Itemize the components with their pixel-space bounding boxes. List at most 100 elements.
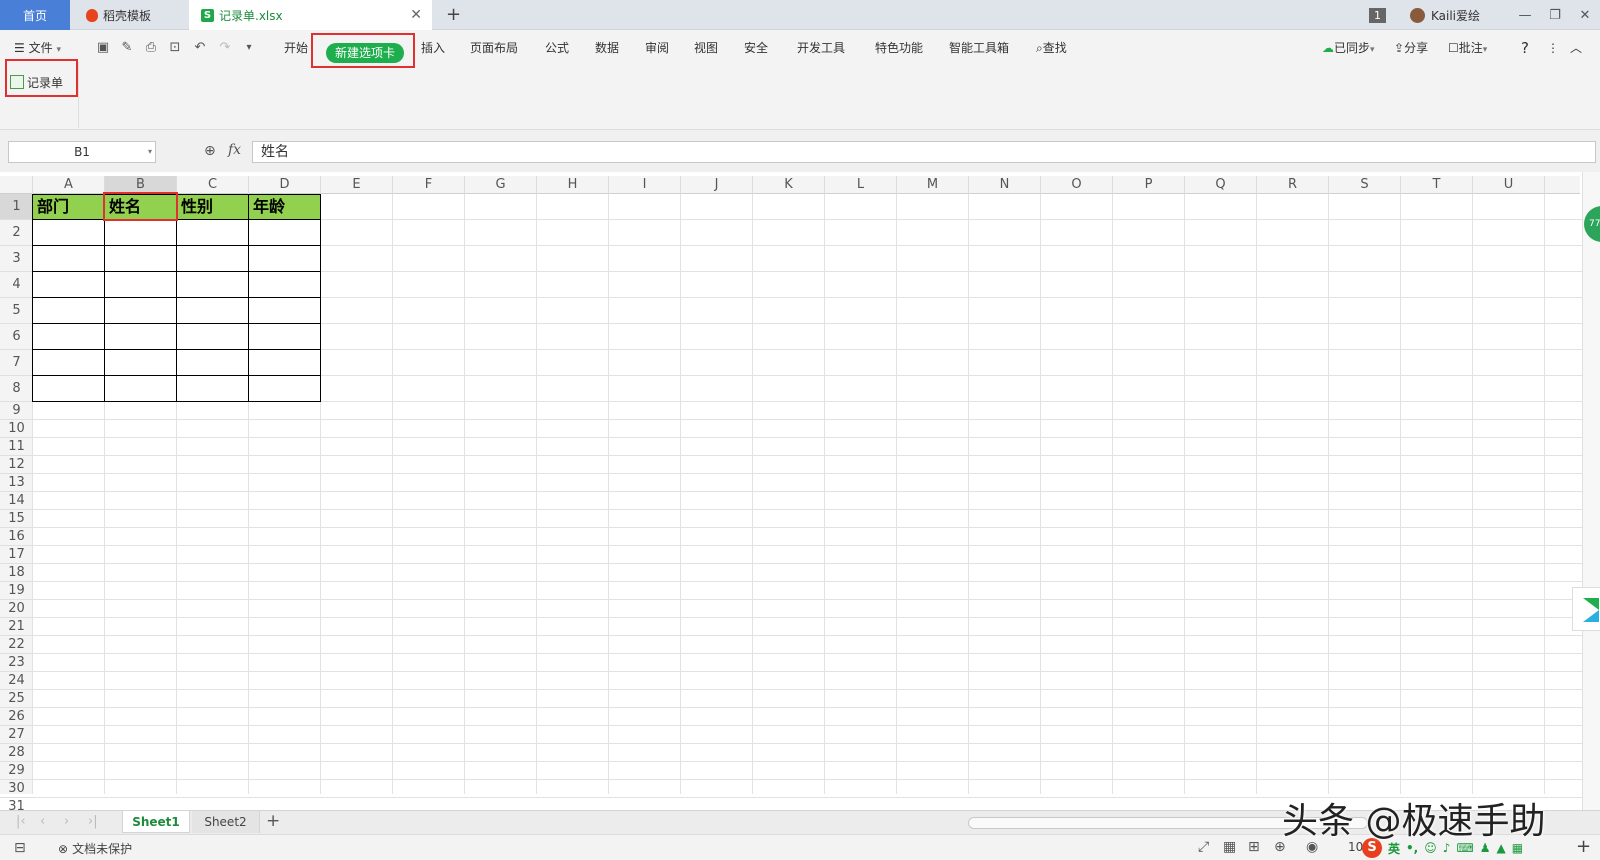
sync-status[interactable]: ☁已同步▾ [1322, 35, 1375, 61]
column-header-c[interactable]: C [177, 176, 249, 194]
row-header-19[interactable]: 19 [0, 582, 33, 600]
cell-a1[interactable]: 部门 [33, 194, 105, 220]
row-header-30[interactable]: 30 [0, 780, 33, 798]
column-header-g[interactable]: G [465, 176, 537, 194]
row-header-25[interactable]: 25 [0, 690, 33, 708]
column-header-h[interactable]: H [537, 176, 609, 194]
row-header-16[interactable]: 16 [0, 528, 33, 546]
row-header-4[interactable]: 4 [0, 272, 33, 298]
more-options-icon[interactable]: ⋮ [1547, 35, 1559, 61]
row-header-18[interactable]: 18 [0, 564, 33, 582]
row-header-9[interactable]: 9 [0, 402, 33, 420]
page-break-view-icon[interactable]: ⊞ [1248, 839, 1260, 855]
column-header-s[interactable]: S [1329, 176, 1401, 194]
window-count-badge[interactable]: 1 [1368, 7, 1386, 23]
format-painter-icon[interactable]: ✎ [118, 39, 136, 57]
row-header-12[interactable]: 12 [0, 456, 33, 474]
formula-input[interactable]: 姓名 [252, 141, 1596, 163]
column-header-n[interactable]: N [969, 176, 1041, 194]
tab-security[interactable]: 安全 [744, 35, 768, 61]
row-header-6[interactable]: 6 [0, 324, 33, 350]
share-button[interactable]: ⇪分享 [1394, 35, 1428, 61]
next-sheet-icon[interactable]: › [64, 814, 69, 829]
sheet-tab-sheet2[interactable]: Sheet2 [192, 811, 260, 833]
row-header-21[interactable]: 21 [0, 618, 33, 636]
column-header-m[interactable]: M [897, 176, 969, 194]
row-header-27[interactable]: 27 [0, 726, 33, 744]
column-header-f[interactable]: F [393, 176, 465, 194]
tab-insert[interactable]: 插入 [421, 35, 445, 61]
tab-developer[interactable]: 开发工具 [797, 35, 845, 61]
print-icon[interactable]: ⎙ [142, 39, 160, 57]
column-header-i[interactable]: I [609, 176, 681, 194]
row-header-14[interactable]: 14 [0, 492, 33, 510]
first-sheet-icon[interactable]: |‹ [16, 814, 26, 829]
side-panel-icon[interactable] [1572, 587, 1600, 631]
row-header-3[interactable]: 3 [0, 246, 33, 272]
close-tab-icon[interactable]: ✕ [410, 7, 422, 23]
undo-icon[interactable]: ↶ [191, 39, 209, 57]
last-sheet-icon[interactable]: ›| [88, 814, 98, 829]
prev-sheet-icon[interactable]: ‹ [40, 814, 45, 829]
tab-docer-templates[interactable]: 稻壳模板 [72, 0, 187, 30]
restore-button[interactable]: ❐ [1540, 8, 1570, 23]
row-header-31[interactable]: 31 [0, 798, 33, 810]
collapse-ribbon-icon[interactable]: ︿ [1570, 35, 1582, 61]
vertical-scrollbar[interactable] [1582, 172, 1600, 810]
normal-view-icon[interactable]: ▦ [1223, 839, 1236, 855]
tab-smart-toolbox[interactable]: 智能工具箱 [949, 35, 1009, 61]
row-header-26[interactable]: 26 [0, 708, 33, 726]
tab-view[interactable]: 视图 [694, 35, 718, 61]
column-header-o[interactable]: O [1041, 176, 1113, 194]
tab-review[interactable]: 审阅 [645, 35, 669, 61]
tab-formula[interactable]: 公式 [545, 35, 569, 61]
sheet-tab-sheet1[interactable]: Sheet1 [122, 811, 190, 833]
tab-page-layout[interactable]: 页面布局 [470, 35, 518, 61]
row-header-23[interactable]: 23 [0, 654, 33, 672]
file-menu[interactable]: ☰ 文件 ▾ [14, 35, 61, 61]
row-header-10[interactable]: 10 [0, 420, 33, 438]
column-header-j[interactable]: J [681, 176, 753, 194]
select-all-corner[interactable] [0, 176, 33, 194]
column-header-a[interactable]: A [33, 176, 105, 194]
fullscreen-icon[interactable]: ⤢ [1198, 839, 1209, 855]
row-header-8[interactable]: 8 [0, 376, 33, 402]
close-window-button[interactable]: ✕ [1570, 8, 1600, 23]
row-header-2[interactable]: 2 [0, 220, 33, 246]
column-header-r[interactable]: R [1257, 176, 1329, 194]
row-header-20[interactable]: 20 [0, 600, 33, 618]
row-header-7[interactable]: 7 [0, 350, 33, 376]
help-icon[interactable]: ? [1521, 35, 1529, 61]
new-tab-button[interactable]: + [446, 4, 461, 25]
cell-d1[interactable]: 年龄 [249, 194, 321, 220]
column-header-u[interactable]: U [1473, 176, 1545, 194]
macro-record-icon[interactable]: ⊟ [14, 840, 26, 856]
tab-special-features[interactable]: 特色功能 [875, 35, 923, 61]
tab-home[interactable]: 首页 [0, 0, 70, 30]
row-header-22[interactable]: 22 [0, 636, 33, 654]
row-header-17[interactable]: 17 [0, 546, 33, 564]
name-box[interactable]: B1 ▾ [8, 141, 156, 163]
customize-toolbar-icon[interactable]: ▾ [240, 39, 258, 57]
find-button[interactable]: ⌕查找 [1036, 35, 1067, 61]
row-header-11[interactable]: 11 [0, 438, 33, 456]
row-header-5[interactable]: 5 [0, 298, 33, 324]
zoom-in-button[interactable]: + [1576, 836, 1591, 857]
spreadsheet-grid[interactable]: ABCDEFGHIJKLMNOPQRSTU 1 2 3 4 5 6 7 8 9 10 11 12 13 1… [0, 172, 1600, 810]
column-header-e[interactable]: E [321, 176, 393, 194]
add-sheet-button[interactable]: + [266, 811, 280, 831]
insert-function-icon[interactable]: fx [228, 142, 241, 158]
tab-document[interactable]: S 记录单.xlsx ✕ [189, 0, 432, 30]
document-protection[interactable]: ⊗ 文档未保护 [58, 840, 132, 857]
row-header-24[interactable]: 24 [0, 672, 33, 690]
column-header-d[interactable]: D [249, 176, 321, 194]
user-name[interactable]: Kaili爱绘 [1431, 7, 1480, 24]
column-header-l[interactable]: L [825, 176, 897, 194]
minimize-button[interactable]: — [1510, 8, 1540, 23]
row-header-28[interactable]: 28 [0, 744, 33, 762]
cell-c1[interactable]: 性别 [177, 194, 249, 220]
avatar[interactable] [1409, 7, 1425, 23]
column-header-p[interactable]: P [1113, 176, 1185, 194]
zoom-formula-icon[interactable]: ⊕ [204, 143, 216, 159]
tab-start[interactable]: 开始 [284, 35, 308, 61]
